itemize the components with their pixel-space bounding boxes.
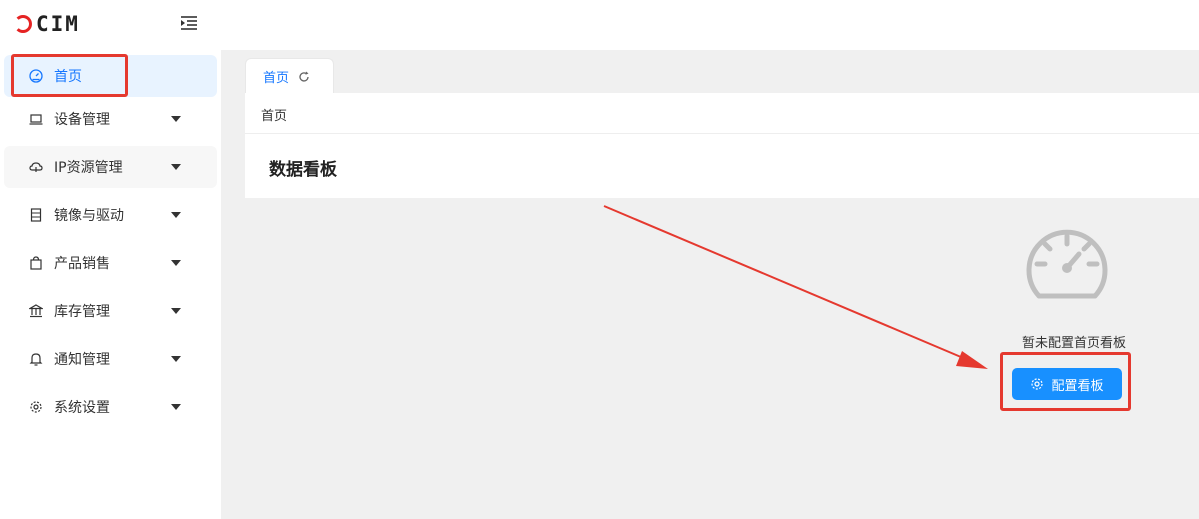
refresh-icon[interactable]	[297, 70, 311, 84]
dashboard-panel: 首页 数据看板	[245, 93, 1199, 198]
sidebar-item-label: IP资源管理	[54, 160, 123, 176]
app-logo: CIM	[14, 12, 80, 36]
sidebar-item-devices[interactable]: 设备管理	[4, 98, 217, 140]
sidebar-item-product-sales[interactable]: 产品销售	[4, 242, 217, 284]
configure-dashboard-label: 配置看板	[1051, 378, 1104, 394]
sidebar-item-inventory[interactable]: 库存管理	[4, 290, 217, 332]
caret-down-icon	[171, 164, 181, 170]
sidebar-item-label: 库存管理	[54, 304, 110, 320]
gear-icon	[1030, 377, 1044, 391]
sidebar-item-images-drivers[interactable]: 镜像与驱动	[4, 194, 217, 236]
sidebar-item-label: 设备管理	[54, 112, 110, 128]
top-header: CIM	[0, 0, 1199, 50]
gear-icon	[28, 399, 44, 415]
menu-fold-icon[interactable]	[178, 12, 200, 34]
caret-down-icon	[171, 116, 181, 122]
caret-down-icon	[171, 356, 181, 362]
shopping-bag-icon	[28, 255, 44, 271]
sidebar-item-ip-resources[interactable]: IP资源管理	[4, 146, 217, 188]
caret-down-icon	[171, 260, 181, 266]
laptop-icon	[28, 111, 44, 127]
sidebar-item-home[interactable]: 首页	[4, 55, 217, 97]
tabs-bar: 首页	[245, 58, 1199, 94]
tab-label: 首页	[263, 71, 290, 86]
server-icon	[28, 207, 44, 223]
cloud-icon	[28, 159, 44, 175]
configure-dashboard-button[interactable]: 配置看板	[1012, 368, 1122, 400]
caret-down-icon	[171, 308, 181, 314]
sidebar-item-label: 系统设置	[54, 400, 110, 416]
bell-icon	[28, 351, 44, 367]
dashboard-icon	[28, 68, 44, 84]
tab-home[interactable]: 首页	[245, 58, 334, 94]
page-title: 数据看板	[269, 160, 337, 180]
main-content: 首页 首页 数据看板 暂未配置首页看板 配置看板	[221, 50, 1199, 519]
sidebar-item-label: 通知管理	[54, 352, 110, 368]
sidebar-item-notifications[interactable]: 通知管理	[4, 338, 217, 380]
sidebar-item-label: 镜像与驱动	[54, 208, 124, 224]
sidebar: 首页 设备管理 IP资源管理 镜像与驱动 产品销售 库存管理 通知管理 系统设置	[0, 50, 221, 519]
empty-state-text: 暂未配置首页看板	[1021, 336, 1126, 351]
logo-mark	[14, 15, 32, 33]
sidebar-item-system-settings[interactable]: 系统设置	[4, 386, 217, 428]
sidebar-item-label: 首页	[54, 69, 82, 85]
divider	[245, 133, 1199, 134]
bank-icon	[28, 303, 44, 319]
caret-down-icon	[171, 404, 181, 410]
caret-down-icon	[171, 212, 181, 218]
breadcrumb: 首页	[261, 109, 288, 124]
sidebar-item-label: 产品销售	[54, 256, 110, 272]
logo-text: CIM	[36, 12, 80, 36]
dashboard-gauge-icon	[1025, 226, 1109, 302]
